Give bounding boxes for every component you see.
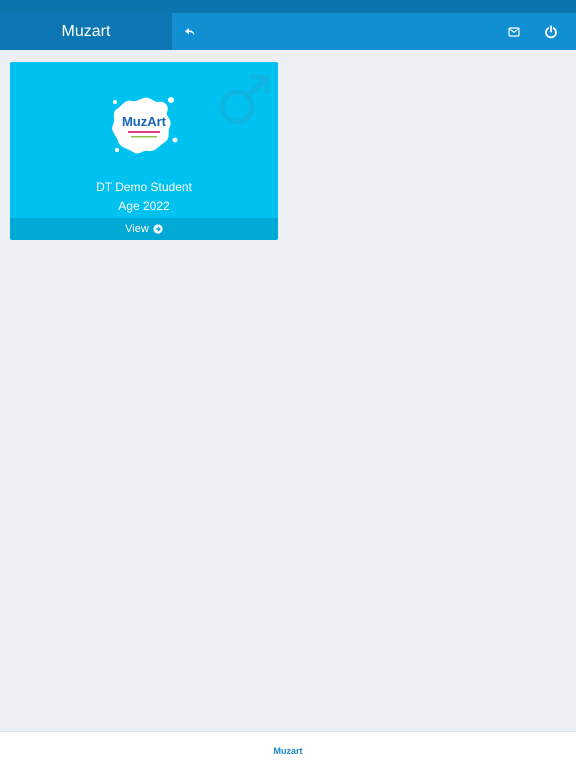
reply-arrow-icon xyxy=(185,27,195,35)
male-symbol-icon xyxy=(219,74,270,125)
status-strip xyxy=(0,0,576,13)
mail-button[interactable] xyxy=(500,13,528,50)
footer: Muzart xyxy=(0,731,576,769)
student-age: Age 2022 xyxy=(118,199,170,213)
back-button[interactable] xyxy=(176,13,204,50)
power-icon xyxy=(545,24,557,38)
student-name: DT Demo Student xyxy=(96,180,192,194)
circle-arrow-right-icon xyxy=(153,224,163,234)
top-bar: Muzart xyxy=(0,13,576,50)
view-label: View xyxy=(125,223,149,235)
footer-brand-label: Muzart xyxy=(273,745,303,756)
muzart-logo: MuzArt xyxy=(112,97,178,154)
app-title: Muzart xyxy=(0,13,172,50)
student-card[interactable]: MuzArt DT Demo Student Age 2022 View xyxy=(10,62,278,240)
view-button[interactable]: View xyxy=(10,218,278,240)
svg-text:MuzArt: MuzArt xyxy=(122,114,167,129)
logout-button[interactable] xyxy=(536,13,566,50)
envelope-icon xyxy=(508,26,520,37)
